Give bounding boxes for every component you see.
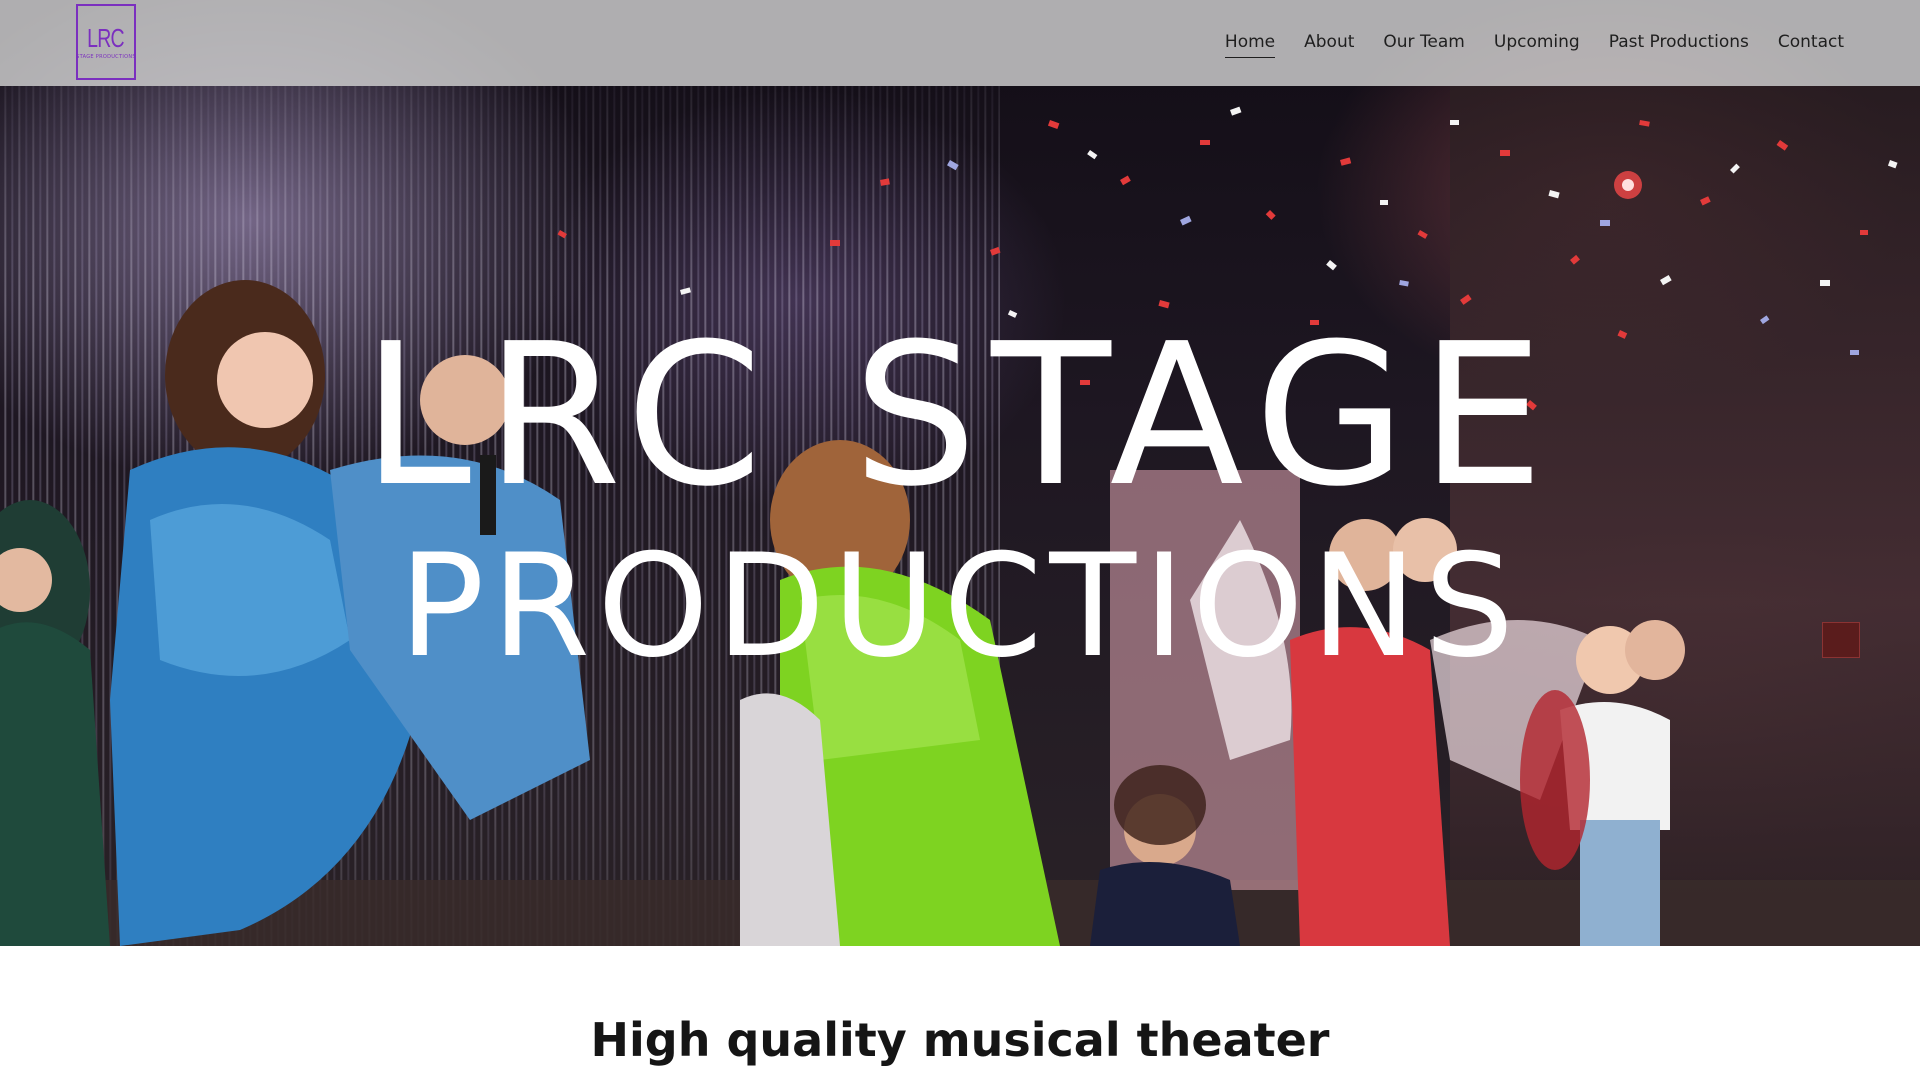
nav-contact[interactable]: Contact [1778, 30, 1844, 54]
logo-subtext: STAGE PRODUCTIONS [76, 53, 136, 60]
hero-title-line1: LRC STAGE [361, 302, 1559, 530]
nav-home[interactable]: Home [1224, 30, 1276, 58]
nav-about[interactable]: About [1304, 30, 1354, 54]
nav-upcoming[interactable]: Upcoming [1494, 30, 1580, 54]
site-header: LRC STAGE PRODUCTIONS Home About Our Tea… [0, 0, 1920, 86]
site-logo[interactable]: LRC STAGE PRODUCTIONS [76, 4, 136, 80]
logo-text: LRC [87, 22, 126, 53]
hero-title-line2: PRODUCTIONS [398, 524, 1522, 689]
section-tagline: High quality musical theater [590, 1013, 1330, 1067]
nav-our-team[interactable]: Our Team [1383, 30, 1464, 54]
main-nav: Home About Our Team Upcoming Past Produc… [1224, 30, 1844, 58]
hero-title: LRC STAGE PRODUCTIONS [0, 318, 1920, 678]
nav-past-productions[interactable]: Past Productions [1609, 30, 1749, 54]
